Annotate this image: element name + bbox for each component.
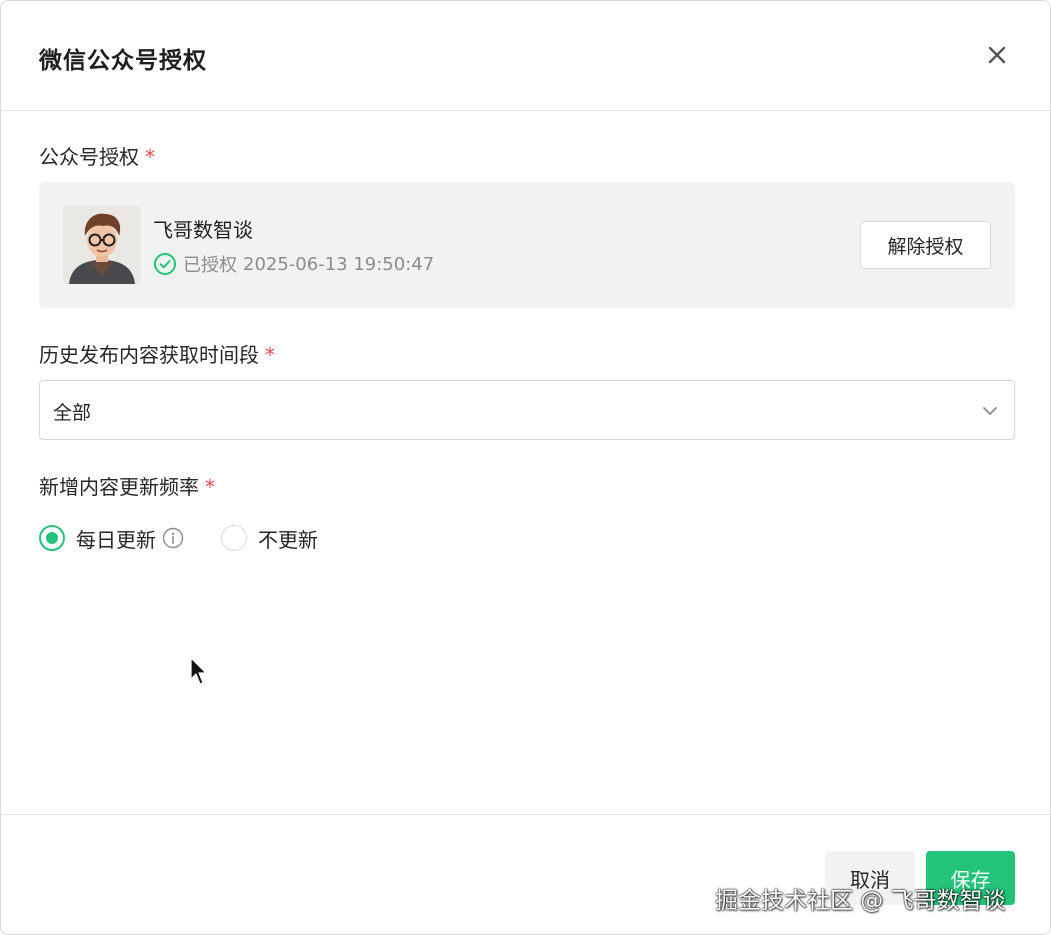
radio-label-no-update: 不更新 [258, 527, 318, 552]
update-frequency-label-text: 新增内容更新频率 [39, 475, 199, 499]
dialog-header: 微信公众号授权 [1, 1, 1050, 111]
chevron-down-icon [983, 407, 997, 415]
check-circle-icon [154, 253, 176, 275]
account-auth-label: 公众号授权 * [39, 141, 155, 170]
radio-label-daily: 每日更新 [76, 527, 156, 552]
close-button[interactable] [981, 39, 1013, 71]
radio-button-unchecked[interactable] [221, 525, 247, 551]
radio-button-checked[interactable] [39, 525, 65, 551]
info-icon[interactable] [162, 527, 184, 549]
required-mark: * [265, 343, 275, 367]
update-frequency-radio-group: 每日更新 不更新 [39, 524, 318, 552]
required-mark: * [145, 145, 155, 169]
history-range-value: 全部 [53, 402, 92, 424]
mouse-cursor-icon [190, 657, 207, 685]
auth-status-text: 已授权 [183, 255, 237, 276]
avatar [63, 206, 141, 284]
history-range-label: 历史发布内容获取时间段 * [39, 339, 275, 368]
radio-daily-update[interactable]: 每日更新 [39, 524, 184, 553]
required-mark: * [205, 475, 215, 499]
account-name: 飞哥数智谈 [153, 218, 253, 242]
history-range-select[interactable]: 全部 [39, 380, 1015, 440]
account-auth-label-text: 公众号授权 [39, 145, 139, 169]
close-icon [988, 46, 1006, 64]
wechat-auth-dialog: 微信公众号授权 公众号授权 * 飞哥数智谈 已授权 2025-06-13 19:… [0, 0, 1051, 935]
watermark: 掘金技术社区 @ 飞哥数智谈 [715, 888, 1006, 914]
footer-divider [1, 814, 1050, 815]
auth-timestamp: 2025-06-13 19:50:47 [243, 253, 435, 275]
authorized-account-card: 飞哥数智谈 已授权 2025-06-13 19:50:47 解除授权 [39, 182, 1015, 308]
auth-status: 已授权 2025-06-13 19:50:47 [153, 252, 434, 276]
radio-no-update[interactable]: 不更新 [221, 524, 318, 553]
update-frequency-label: 新增内容更新频率 * [39, 471, 215, 500]
unauthorize-button[interactable]: 解除授权 [860, 221, 991, 269]
history-range-label-text: 历史发布内容获取时间段 [39, 343, 259, 367]
dialog-title: 微信公众号授权 [39, 48, 207, 74]
